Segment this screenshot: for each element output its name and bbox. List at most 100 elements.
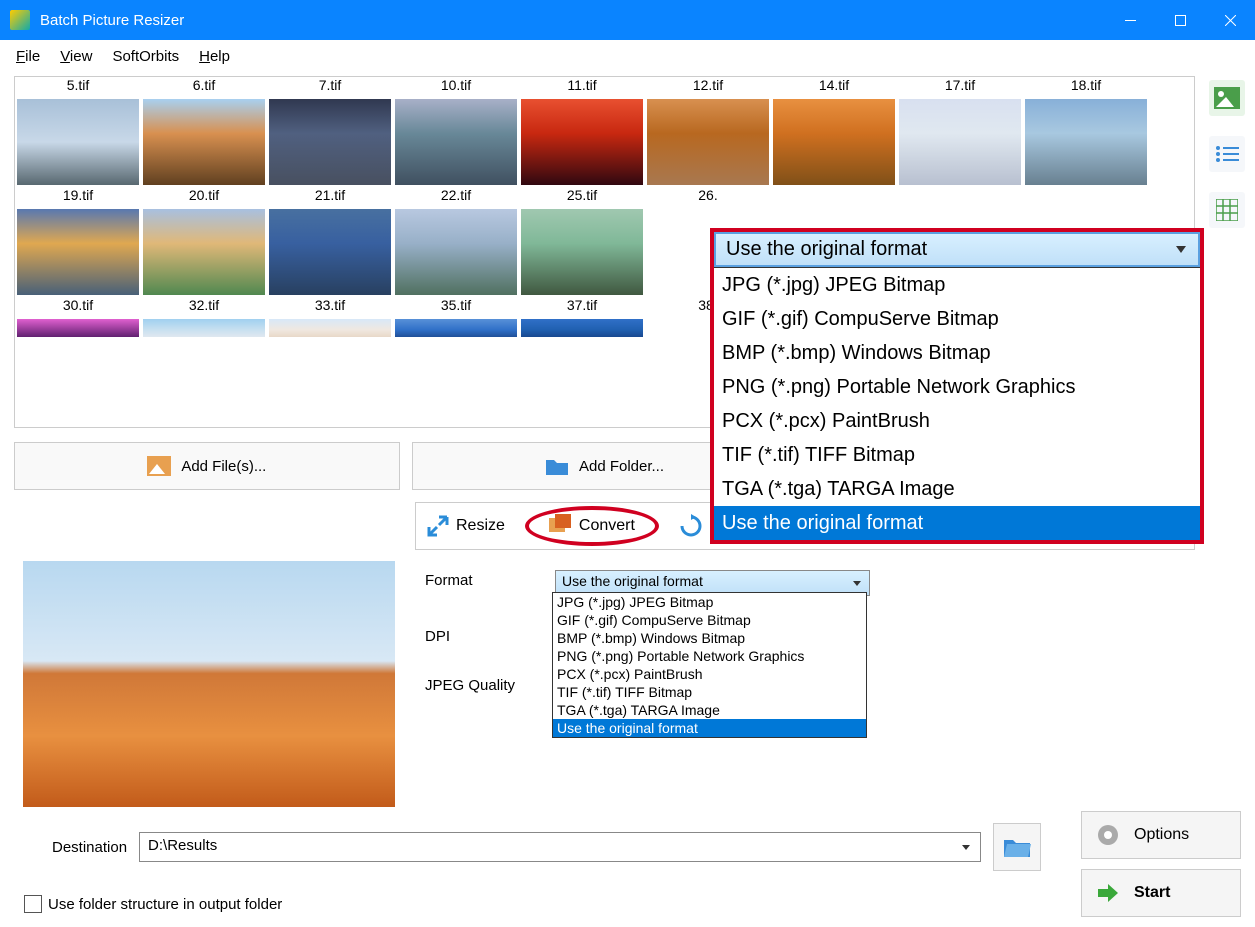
thumbnail-label: 12.tif <box>645 77 771 97</box>
menu-view[interactable]: View <box>52 44 100 69</box>
thumbnail-label: 11.tif <box>519 77 645 97</box>
dropdown-option[interactable]: TIF (*.tif) TIFF Bitmap <box>553 683 866 701</box>
tab-convert[interactable]: Convert <box>525 506 659 546</box>
thumbnail[interactable]: 17.tif <box>897 77 1023 187</box>
thumbnail[interactable]: 30.tif <box>15 297 141 339</box>
folder-icon <box>545 456 569 476</box>
dropdown-option[interactable]: PNG (*.png) Portable Network Graphics <box>553 647 866 665</box>
thumbnail-label: 33.tif <box>267 297 393 317</box>
thumbnail-label: 7.tif <box>267 77 393 97</box>
thumbnail-label: 26. <box>645 187 771 207</box>
button-label: Add File(s)... <box>181 458 266 475</box>
titlebar: Batch Picture Resizer <box>0 0 1255 40</box>
gear-icon <box>1096 823 1120 847</box>
jpeg-quality-label: JPEG Quality <box>425 675 555 694</box>
close-button[interactable] <box>1205 0 1255 40</box>
dropdown-option[interactable]: JPG (*.jpg) JPEG Bitmap <box>714 268 1200 302</box>
thumbnail[interactable]: 22.tif <box>393 187 519 297</box>
dropdown-option[interactable]: TGA (*.tga) TARGA Image <box>714 472 1200 506</box>
dropdown-option[interactable]: PCX (*.pcx) PaintBrush <box>553 665 866 683</box>
minimize-button[interactable] <box>1105 0 1155 40</box>
dropdown-option[interactable]: TGA (*.tga) TARGA Image <box>553 701 866 719</box>
tab-resize[interactable]: Resize <box>426 514 505 538</box>
maximize-button[interactable] <box>1155 0 1205 40</box>
file-icon <box>147 456 171 476</box>
side-toolbar <box>1205 80 1249 228</box>
tool-grid-icon[interactable] <box>1209 192 1245 228</box>
app-icon <box>10 10 30 30</box>
dropdown-option[interactable]: PCX (*.pcx) PaintBrush <box>714 404 1200 438</box>
tab-label: Resize <box>456 517 505 535</box>
rotate-icon <box>679 514 703 538</box>
folder-structure-checkbox[interactable] <box>24 895 42 913</box>
thumbnail[interactable]: 37.tif <box>519 297 645 339</box>
thumbnail[interactable]: 35.tif <box>393 297 519 339</box>
thumbnail-label: 32.tif <box>141 297 267 317</box>
dropdown-option[interactable]: GIF (*.gif) CompuServe Bitmap <box>714 302 1200 336</box>
thumbnail[interactable]: 5.tif <box>15 77 141 187</box>
thumbnail-label: 17.tif <box>897 77 1023 97</box>
thumbnail[interactable]: 21.tif <box>267 187 393 297</box>
thumbnail[interactable]: 20.tif <box>141 187 267 297</box>
thumbnail-label: 19.tif <box>15 187 141 207</box>
thumbnail-label: 20.tif <box>141 187 267 207</box>
preview-image <box>23 561 395 811</box>
thumbnail-label: 18.tif <box>1023 77 1149 97</box>
folder-open-icon <box>1003 836 1031 858</box>
dropdown-option[interactable]: TIF (*.tif) TIFF Bitmap <box>714 438 1200 472</box>
menubar: File View SoftOrbits Help <box>0 40 1255 72</box>
tab-label: Convert <box>579 517 635 535</box>
thumbnail[interactable]: 18.tif <box>1023 77 1149 187</box>
button-label: Start <box>1134 884 1170 902</box>
thumbnail[interactable]: 33.tif <box>267 297 393 339</box>
thumbnail-label: 35.tif <box>393 297 519 317</box>
thumbnail[interactable]: 32.tif <box>141 297 267 339</box>
thumbnail-label: 10.tif <box>393 77 519 97</box>
resize-icon <box>426 514 450 538</box>
dropdown-option[interactable]: BMP (*.bmp) Windows Bitmap <box>553 629 866 647</box>
menu-softorbits[interactable]: SoftOrbits <box>104 44 187 69</box>
menu-help[interactable]: Help <box>191 44 238 69</box>
thumbnail-label: 14.tif <box>771 77 897 97</box>
destination-label: Destination <box>52 839 127 856</box>
button-label: Add Folder... <box>579 458 664 475</box>
thumbnail[interactable]: 7.tif <box>267 77 393 187</box>
thumbnail[interactable]: 14.tif <box>771 77 897 187</box>
thumbnail[interactable]: 12.tif <box>645 77 771 187</box>
dropdown-option[interactable]: PNG (*.png) Portable Network Graphics <box>714 370 1200 404</box>
window-title: Batch Picture Resizer <box>40 12 1105 29</box>
thumbnail[interactable]: 25.tif <box>519 187 645 297</box>
start-button[interactable]: Start <box>1081 869 1241 917</box>
format-label: Format <box>425 570 555 589</box>
dpi-label: DPI <box>425 626 555 645</box>
thumbnail[interactable]: 6.tif <box>141 77 267 187</box>
thumbnail-label: 22.tif <box>393 187 519 207</box>
destination-input[interactable]: D:\Results <box>139 832 981 862</box>
checkbox-label: Use folder structure in output folder <box>48 896 282 913</box>
button-label: Options <box>1134 826 1189 844</box>
dropdown-option[interactable]: BMP (*.bmp) Windows Bitmap <box>714 336 1200 370</box>
dropdown-option[interactable]: GIF (*.gif) CompuServe Bitmap <box>553 611 866 629</box>
tool-image-icon[interactable] <box>1209 80 1245 116</box>
convert-icon <box>549 514 573 538</box>
browse-button[interactable] <box>993 823 1041 871</box>
thumbnail-label: 6.tif <box>141 77 267 97</box>
thumbnail-label: 25.tif <box>519 187 645 207</box>
dropdown-option[interactable]: JPG (*.jpg) JPEG Bitmap <box>553 593 866 611</box>
enlarged-format-select[interactable]: Use the original format <box>714 232 1200 267</box>
menu-file[interactable]: File <box>8 44 48 69</box>
dropdown-option-selected[interactable]: Use the original format <box>714 506 1200 540</box>
thumbnail-label: 30.tif <box>15 297 141 317</box>
thumbnail-label: 21.tif <box>267 187 393 207</box>
tool-list-icon[interactable] <box>1209 136 1245 172</box>
dropdown-option-selected[interactable]: Use the original format <box>553 719 866 737</box>
thumbnail-label: 37.tif <box>519 297 645 317</box>
thumbnail[interactable]: 19.tif <box>15 187 141 297</box>
thumbnail[interactable]: 11.tif <box>519 77 645 187</box>
enlarged-format-dropdown: Use the original format JPG (*.jpg) JPEG… <box>710 228 1204 544</box>
thumbnail-label: 5.tif <box>15 77 141 97</box>
options-button[interactable]: Options <box>1081 811 1241 859</box>
format-dropdown-list[interactable]: JPG (*.jpg) JPEG Bitmap GIF (*.gif) Comp… <box>552 592 867 738</box>
thumbnail[interactable]: 10.tif <box>393 77 519 187</box>
add-files-button[interactable]: Add File(s)... <box>14 442 400 490</box>
